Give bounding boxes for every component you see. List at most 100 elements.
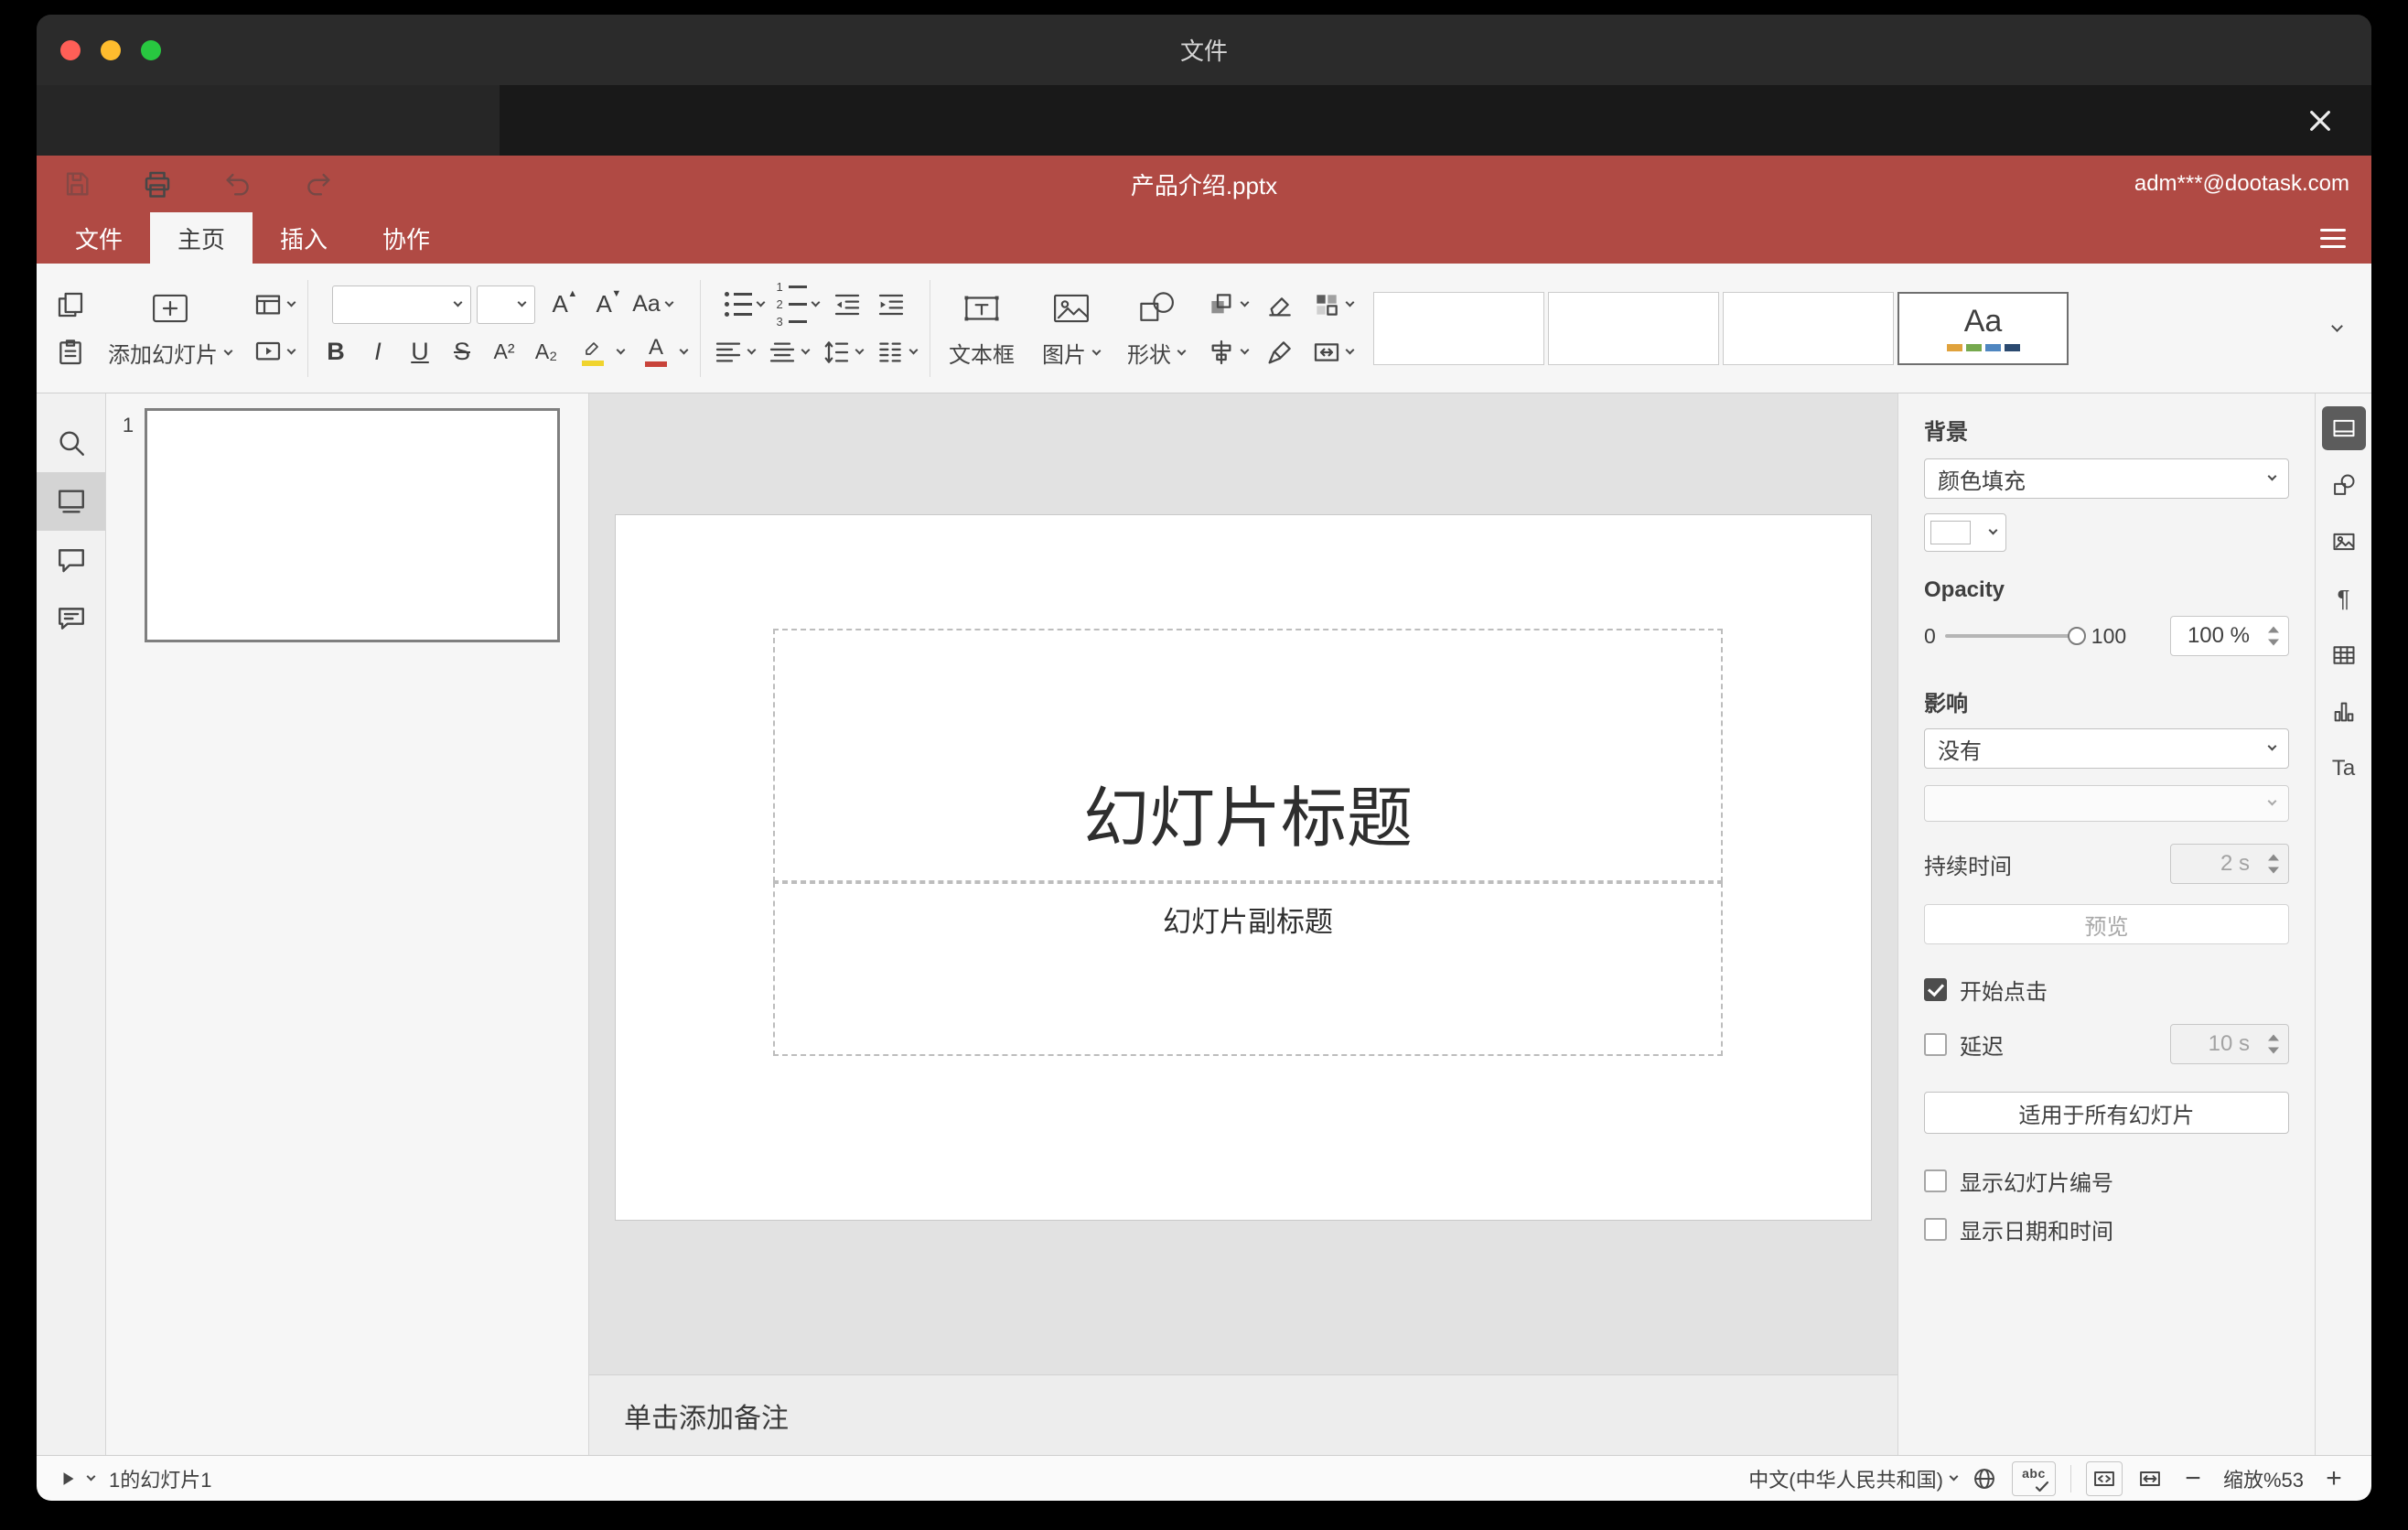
- zoom-out-button[interactable]: −: [2177, 1464, 2209, 1492]
- color-scheme-button[interactable]: [1308, 285, 1357, 325]
- show-slide-number-row[interactable]: 显示幻灯片编号: [1924, 1165, 2289, 1197]
- slide-size-button[interactable]: [1308, 332, 1357, 372]
- tab-file[interactable]: 文件: [48, 212, 150, 264]
- underline-button[interactable]: U: [402, 332, 438, 372]
- theme-option-3[interactable]: [1723, 291, 1894, 365]
- copy-button[interactable]: [51, 285, 90, 325]
- effect-variant-select[interactable]: [1924, 785, 2289, 822]
- effect-select[interactable]: 没有: [1924, 728, 2289, 769]
- vertical-align-button[interactable]: [764, 332, 812, 372]
- apply-to-all-button[interactable]: 适用于所有幻灯片: [1924, 1092, 2289, 1134]
- spinner-arrows-icon[interactable]: [2268, 626, 2279, 646]
- highlight-color-button[interactable]: [570, 332, 628, 372]
- preview-button[interactable]: 预览: [1924, 904, 2289, 944]
- bullets-button[interactable]: [721, 285, 768, 325]
- fill-type-select[interactable]: 颜色填充: [1924, 458, 2289, 499]
- increment-font-button[interactable]: A ▲: [541, 285, 579, 325]
- italic-button[interactable]: I: [360, 332, 396, 372]
- chart-settings-button[interactable]: [2322, 690, 2366, 734]
- change-case-button[interactable]: Aa: [629, 285, 676, 325]
- slider-knob[interactable]: [2067, 627, 2086, 645]
- line-spacing-button[interactable]: [818, 332, 866, 372]
- slide-canvas[interactable]: 幻灯片标题 幻灯片副标题: [589, 393, 1897, 1374]
- zoom-in-button[interactable]: +: [2318, 1464, 2349, 1492]
- show-date-time-checkbox[interactable]: [1924, 1218, 1947, 1241]
- horizontal-align-button[interactable]: [710, 332, 758, 372]
- tab-insert[interactable]: 插入: [253, 212, 355, 264]
- clear-style-button[interactable]: [1261, 285, 1299, 325]
- fullscreen-window-button[interactable]: [141, 39, 161, 60]
- numbering-button[interactable]: 1 2 3: [773, 281, 822, 328]
- bold-button[interactable]: B: [317, 332, 354, 372]
- close-overlay-button[interactable]: [2300, 101, 2340, 141]
- slide-thumbnail[interactable]: [145, 408, 560, 642]
- insert-image-button[interactable]: 图片: [1033, 275, 1109, 382]
- paragraph-settings-button[interactable]: ¶: [2322, 576, 2366, 620]
- start-on-click-checkbox[interactable]: [1924, 978, 1947, 1001]
- slide-surface[interactable]: 幻灯片标题 幻灯片副标题: [615, 514, 1872, 1221]
- tab-home[interactable]: 主页: [150, 212, 253, 264]
- change-layout-button[interactable]: [250, 285, 298, 325]
- start-slideshow-button[interactable]: [250, 332, 298, 372]
- menu-button[interactable]: [2320, 228, 2346, 248]
- decrease-indent-button[interactable]: [828, 285, 866, 325]
- comments-panel-button[interactable]: [37, 531, 105, 589]
- show-slide-number-checkbox[interactable]: [1924, 1169, 1947, 1192]
- redo-button[interactable]: [300, 166, 337, 202]
- fit-to-width-button[interactable]: [2137, 1466, 2163, 1492]
- show-date-time-row[interactable]: 显示日期和时间: [1924, 1213, 2289, 1245]
- delay-toggle[interactable]: 延迟: [1924, 1029, 2004, 1061]
- language-selector[interactable]: 中文(中华人民共和国): [1748, 1464, 1959, 1493]
- close-window-button[interactable]: [60, 39, 81, 60]
- theme-option-2[interactable]: [1548, 291, 1719, 365]
- subscript-button[interactable]: A₂: [528, 332, 564, 372]
- document-language-button[interactable]: [1972, 1466, 1997, 1492]
- textart-settings-button[interactable]: Ta: [2322, 747, 2366, 791]
- copy-style-button[interactable]: [1261, 332, 1299, 372]
- spinner-arrows-icon[interactable]: [2268, 1034, 2279, 1054]
- notes-area[interactable]: 单击添加备注: [589, 1374, 1897, 1455]
- subtitle-placeholder[interactable]: 幻灯片副标题: [773, 882, 1723, 1056]
- spinner-arrows-icon[interactable]: [2268, 854, 2279, 874]
- opacity-value-field[interactable]: 100 %: [2170, 616, 2289, 656]
- shape-settings-button[interactable]: [2322, 463, 2366, 507]
- search-panel-button[interactable]: [37, 414, 105, 472]
- spellcheck-button[interactable]: abc: [2011, 1460, 2056, 1496]
- duration-field[interactable]: 2 s: [2170, 844, 2289, 884]
- tab-collaboration[interactable]: 协作: [355, 212, 457, 264]
- insert-textbox-button[interactable]: 文本框: [940, 275, 1024, 382]
- delay-checkbox[interactable]: [1924, 1032, 1947, 1056]
- chat-panel-button[interactable]: [37, 589, 105, 648]
- print-button[interactable]: [139, 166, 176, 202]
- fill-color-select[interactable]: [1924, 513, 2006, 552]
- font-size-combo[interactable]: [477, 285, 536, 324]
- slide-settings-button[interactable]: [2321, 406, 2366, 450]
- fit-to-slide-button[interactable]: [2085, 1460, 2123, 1496]
- add-slide-button[interactable]: 添加幻灯片: [99, 275, 241, 382]
- strikethrough-button[interactable]: S: [444, 332, 480, 372]
- decrement-font-button[interactable]: A ▼: [585, 285, 623, 325]
- columns-button[interactable]: [872, 332, 920, 372]
- minimize-window-button[interactable]: [101, 39, 121, 60]
- superscript-button[interactable]: A²: [486, 332, 522, 372]
- align-shape-button[interactable]: [1203, 332, 1252, 372]
- undo-button[interactable]: [220, 166, 256, 202]
- theme-gallery-expand-button[interactable]: [2317, 292, 2357, 365]
- insert-shape-button[interactable]: 形状: [1118, 275, 1194, 382]
- font-name-combo[interactable]: [332, 285, 472, 324]
- theme-option-1[interactable]: [1373, 291, 1544, 365]
- increase-indent-button[interactable]: [872, 285, 910, 325]
- save-button[interactable]: [59, 166, 95, 202]
- start-on-click-row[interactable]: 开始点击: [1924, 974, 2289, 1006]
- paste-button[interactable]: [51, 332, 90, 372]
- image-settings-button[interactable]: [2322, 520, 2366, 564]
- opacity-slider[interactable]: [1944, 627, 2086, 645]
- arrange-shape-button[interactable]: [1203, 285, 1252, 325]
- start-slideshow-status-button[interactable]: [59, 1469, 96, 1489]
- delay-field[interactable]: 10 s: [2170, 1024, 2289, 1064]
- title-placeholder[interactable]: 幻灯片标题: [773, 629, 1723, 882]
- font-color-button[interactable]: A: [633, 332, 691, 372]
- theme-option-selected[interactable]: Aa: [1897, 291, 2069, 365]
- table-settings-button[interactable]: [2322, 633, 2366, 677]
- thumbnails-panel-button[interactable]: [37, 472, 105, 531]
